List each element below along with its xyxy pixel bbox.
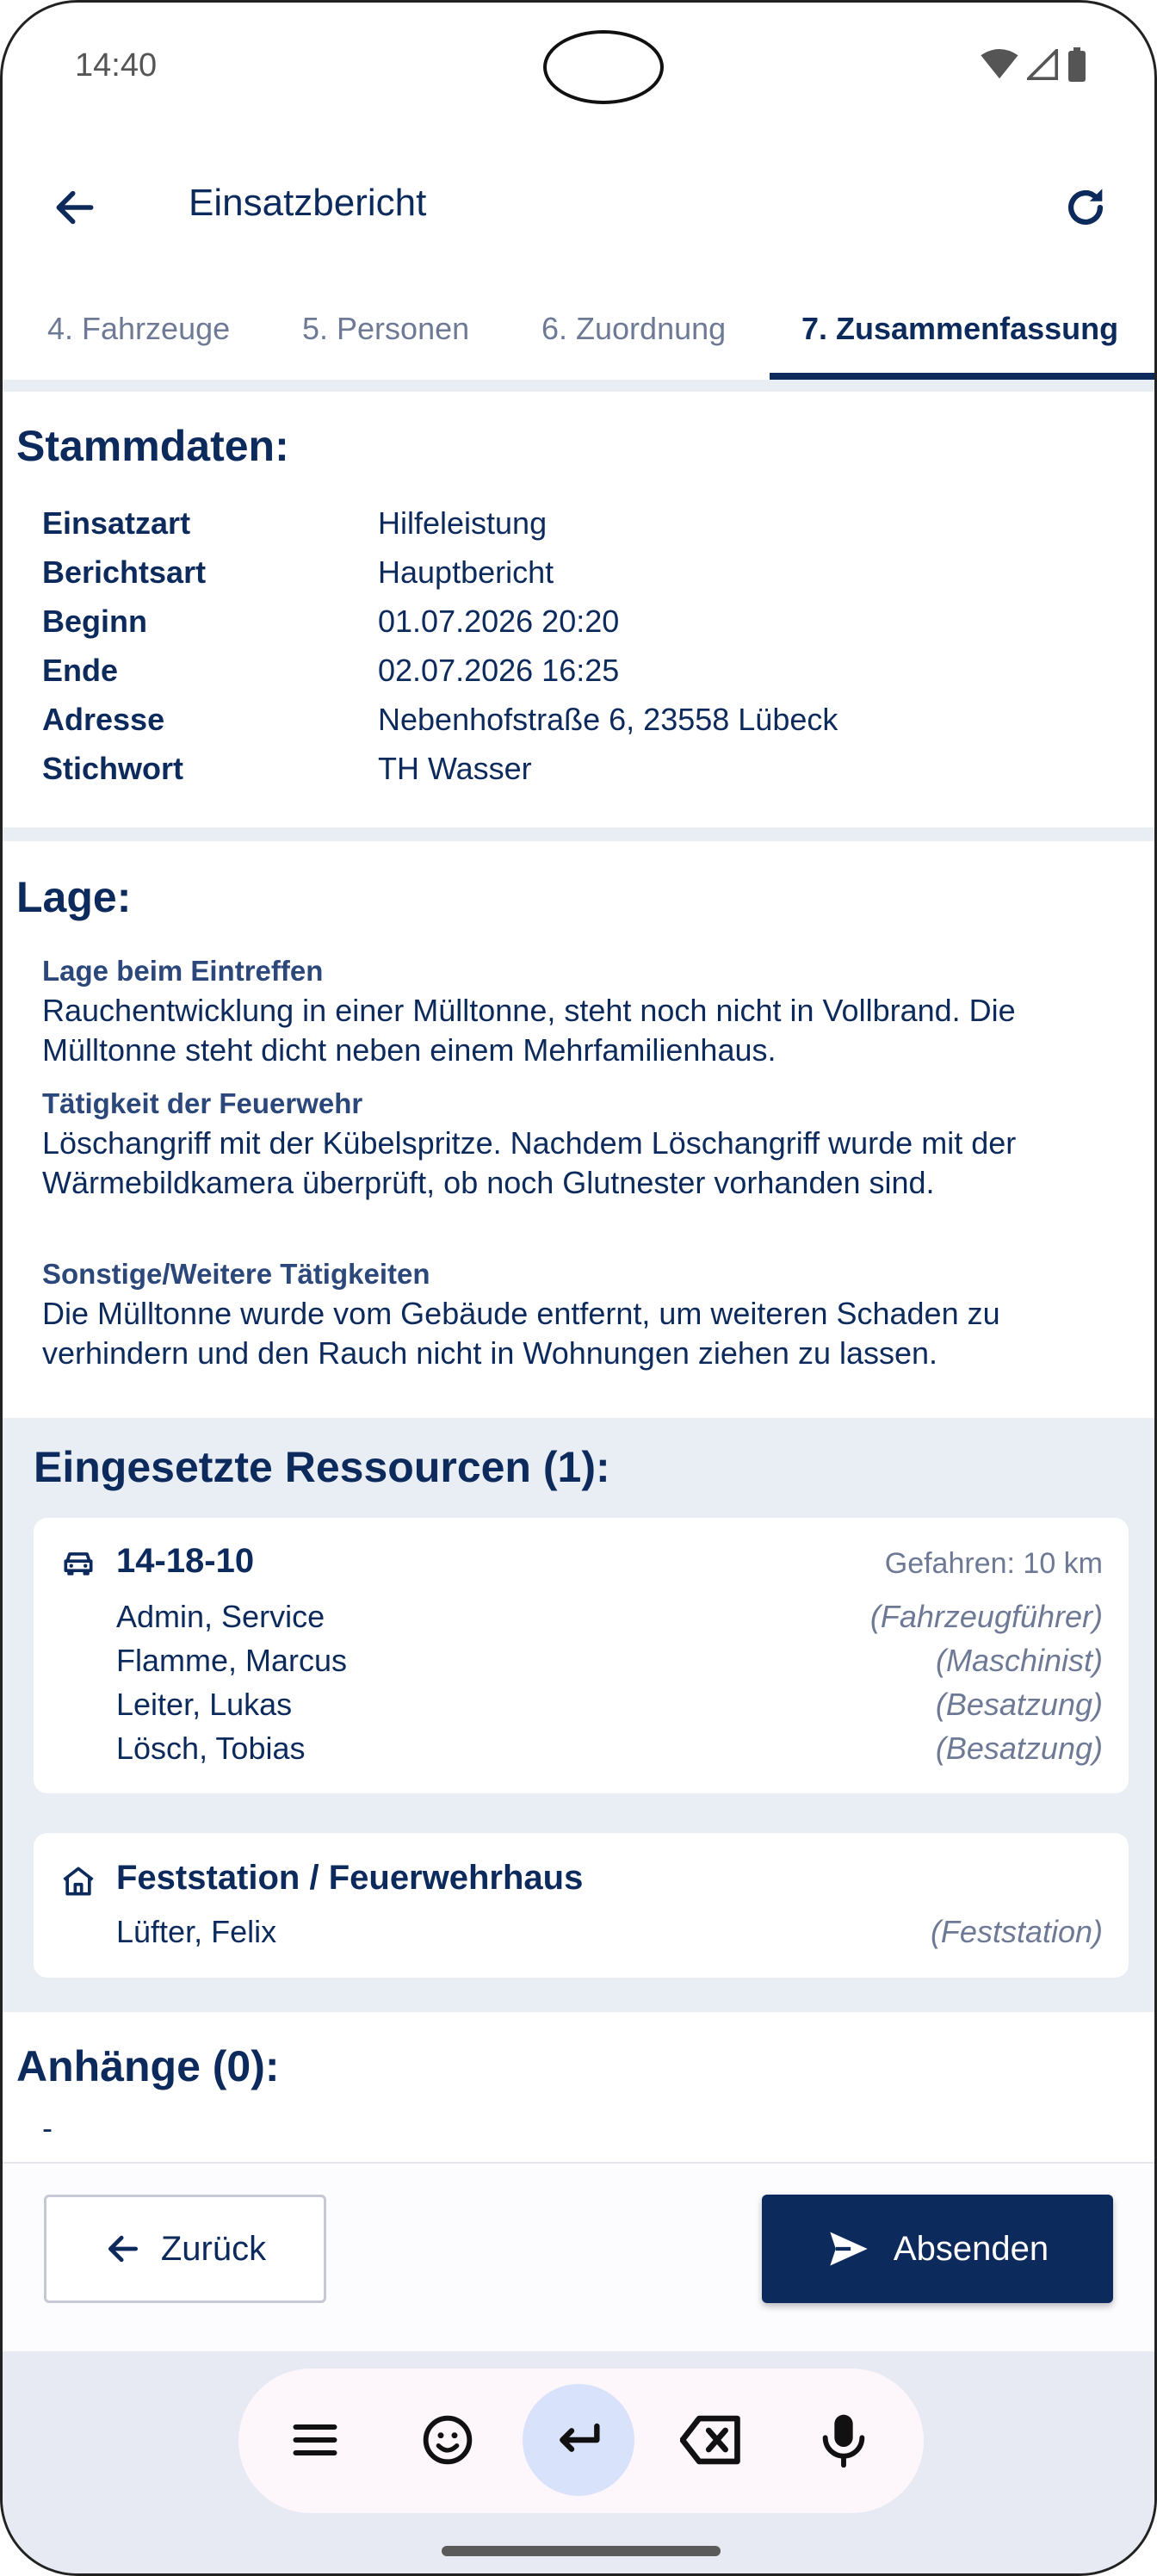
tab-fahrzeuge[interactable]: 4. Fahrzeuge — [47, 311, 230, 347]
tab-indicator — [770, 373, 1154, 380]
field-label: Adresse — [42, 702, 165, 737]
lage-title: Lage: — [16, 873, 132, 921]
crew-role: (Fahrzeugführer) — [869, 1599, 1103, 1634]
refresh-icon — [1067, 189, 1104, 226]
backspace-icon — [680, 2415, 740, 2465]
lage-sonstige: Sonstige/Weitere Tätigkeiten Die Müllton… — [42, 1258, 1127, 1373]
tab-divider — [3, 380, 1154, 392]
page-title: Einsatzbericht — [189, 182, 427, 224]
house-icon — [63, 1867, 94, 1896]
camera-cutout — [543, 30, 664, 104]
keyboard-toolbar — [3, 2351, 1154, 2573]
lage-taetigkeit: Tätigkeit der Feuerwehr Löschangriff mit… — [42, 1087, 1127, 1203]
absenden-label: Absenden — [893, 2229, 1049, 2268]
app-bar: Einsatzbericht — [3, 158, 1154, 252]
lage-label: Sonstige/Weitere Tätigkeiten — [42, 1258, 430, 1290]
microphone-icon — [822, 2414, 865, 2468]
crew-role: (Maschinist) — [935, 1643, 1103, 1678]
ressourcen-section: Eingesetzte Ressourcen (1): 14-18-10 Gef… — [3, 1418, 1154, 2012]
crew-name: Admin, Service — [116, 1599, 325, 1634]
microphone-key[interactable] — [788, 2384, 900, 2496]
status-icons — [981, 47, 1087, 82]
crew-row: Admin, Service (Fahrzeugführer) — [116, 1599, 1103, 1642]
home-indicator[interactable] — [442, 2546, 721, 2556]
crew-row: Flamme, Marcus (Maschinist) — [116, 1643, 1103, 1686]
crew-name: Flamme, Marcus — [116, 1643, 348, 1678]
section-divider — [3, 827, 1154, 841]
field-value: Hilfeleistung — [378, 505, 548, 541]
lage-label: Tätigkeit der Feuerwehr — [42, 1087, 363, 1119]
field-label: Berichtsart — [42, 554, 207, 590]
wifi-icon — [981, 49, 1018, 79]
vehicle-card: 14-18-10 Gefahren: 10 km Admin, Service … — [34, 1518, 1129, 1793]
signal-icon — [1027, 49, 1058, 80]
battery-icon — [1068, 47, 1086, 82]
field-value: Nebenhofstraße 6, 23558 Lübeck — [378, 702, 838, 737]
emoji-key[interactable] — [392, 2384, 504, 2496]
station-name: Feststation / Feuerwehrhaus — [116, 1859, 584, 1897]
action-bar: Zurück Absenden — [3, 2162, 1154, 2351]
zurueck-button[interactable]: Zurück — [44, 2195, 326, 2303]
field-label: Beginn — [42, 604, 147, 639]
keyboard-pill — [238, 2369, 924, 2513]
crew-row: Leiter, Lukas (Besatzung) — [116, 1687, 1103, 1730]
back-button[interactable] — [44, 176, 106, 238]
status-time: 14:40 — [75, 47, 158, 84]
vehicle-distance: Gefahren: 10 km — [884, 1547, 1103, 1580]
lage-label: Lage beim Eintreffen — [42, 955, 324, 987]
menu-icon — [293, 2424, 337, 2455]
crew-row: Lösch, Tobias (Besatzung) — [116, 1731, 1103, 1774]
arrow-left-icon — [56, 190, 94, 225]
absenden-button[interactable]: Absenden — [762, 2195, 1113, 2303]
crew-row: Lüfter, Felix (Feststation) — [116, 1914, 1103, 1957]
lage-text: Löschangriff mit der Kübelspritze. Nachd… — [42, 1125, 1017, 1200]
lage-text: Die Mülltonne wurde vom Gebäude entfernt… — [42, 1296, 1000, 1371]
refresh-button[interactable] — [1053, 175, 1118, 240]
tab-zuordnung[interactable]: 6. Zuordnung — [541, 311, 726, 347]
crew-name: Leiter, Lukas — [116, 1687, 293, 1722]
lage-text: Rauchentwicklung in einer Mülltonne, ste… — [42, 993, 1016, 1068]
backspace-key[interactable] — [655, 2384, 767, 2496]
zurueck-label: Zurück — [160, 2229, 267, 2268]
crew-role: (Feststation) — [930, 1914, 1103, 1949]
status-bar: 14:40 — [3, 3, 1154, 132]
arrow-left-icon — [108, 2235, 138, 2263]
stammdaten-title: Stammdaten: — [16, 422, 289, 470]
crew-name: Lösch, Tobias — [116, 1731, 306, 1766]
crew-name: Lüfter, Felix — [116, 1914, 277, 1949]
enter-icon — [560, 2423, 600, 2452]
enter-key[interactable] — [523, 2384, 634, 2496]
field-label: Stichwort — [42, 751, 184, 786]
send-icon — [830, 2232, 868, 2266]
tab-bar: 4. Fahrzeuge 5. Personen 6. Zuordnung 7.… — [3, 287, 1154, 392]
crew-role: (Besatzung) — [935, 1687, 1103, 1722]
field-label: Ende — [42, 653, 119, 688]
field-label: Einsatzart — [42, 505, 191, 541]
field-value: 02.07.2026 16:25 — [378, 653, 620, 688]
emoji-icon — [423, 2415, 473, 2465]
field-value: Hauptbericht — [378, 554, 554, 590]
field-value: 01.07.2026 20:20 — [378, 604, 620, 639]
anhaenge-empty: - — [42, 2110, 53, 2146]
crew-role: (Besatzung) — [935, 1731, 1103, 1766]
vehicle-name: 14-18-10 — [116, 1542, 255, 1580]
car-icon — [64, 1552, 93, 1576]
anhaenge-title: Anhänge (0): — [16, 2042, 280, 2090]
tab-zusammenfassung[interactable]: 7. Zusammenfassung — [801, 311, 1118, 347]
lage-eintreffen: Lage beim Eintreffen Rauchentwicklung in… — [42, 955, 1127, 1070]
phone-frame: 14:40 Einsatzbericht 4. Fahrzeuge 5. Per… — [0, 0, 1157, 2576]
ressourcen-title: Eingesetzte Ressourcen (1): — [34, 1443, 610, 1491]
menu-key[interactable] — [259, 2384, 371, 2496]
station-card: Feststation / Feuerwehrhaus Lüfter, Feli… — [34, 1833, 1129, 1978]
field-value: TH Wasser — [378, 751, 532, 786]
tab-personen[interactable]: 5. Personen — [302, 311, 469, 347]
